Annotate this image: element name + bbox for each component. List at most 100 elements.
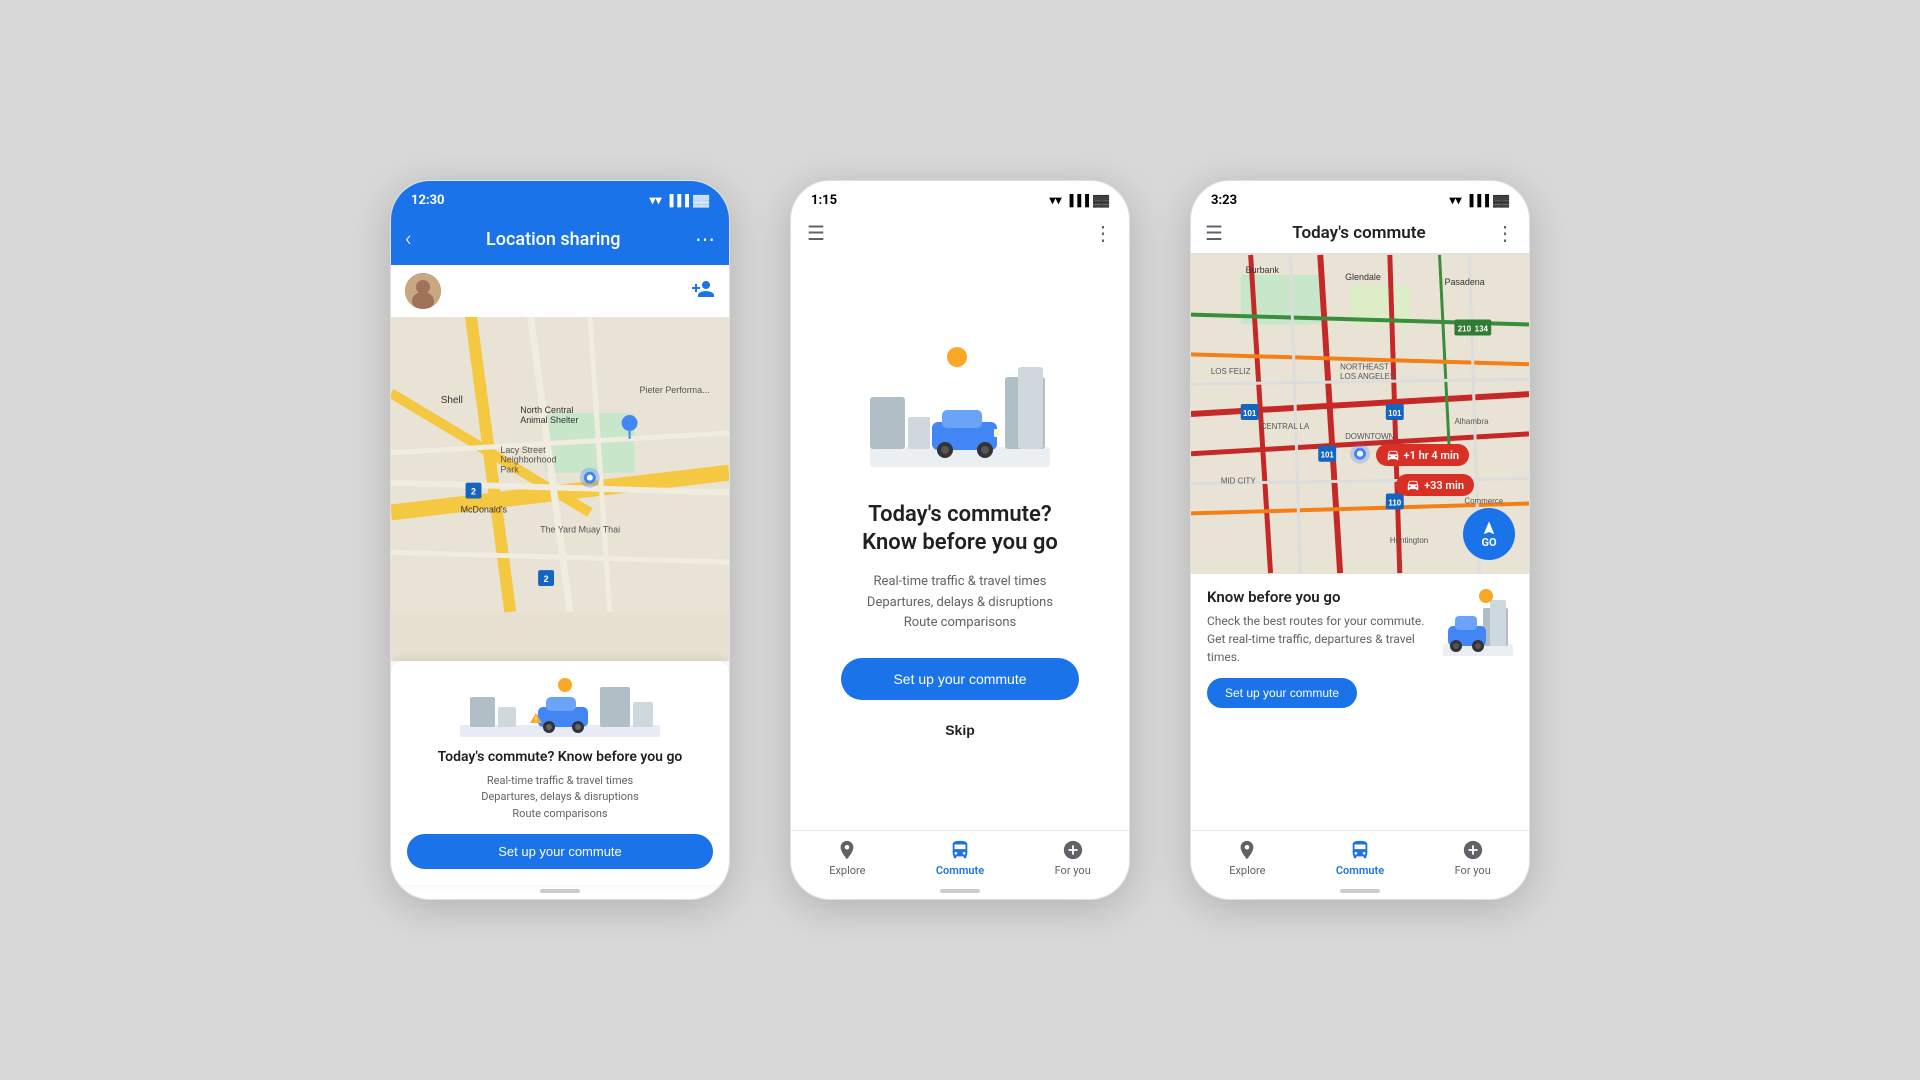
svg-text:NORTHEAST: NORTHEAST <box>1340 362 1389 371</box>
home-indicator-3 <box>1340 889 1380 893</box>
nav-commute-3[interactable]: Commute <box>1304 831 1417 885</box>
phone3-header: ☰ Today's commute ⋮ <box>1191 213 1529 254</box>
map-area-3: 101 101 110 101 210 134 Burbank Glendale… <box>1191 254 1529 574</box>
svg-text:101: 101 <box>1388 409 1402 418</box>
know-card-title-3: Know before you go <box>1207 588 1435 606</box>
svg-text:Lacy Street: Lacy Street <box>500 445 546 455</box>
svg-text:North Central: North Central <box>520 405 573 415</box>
phone-1: 12:30 ▾▾ ▐▐▐ ▓▓ ‹ Location sharing ⋯ <box>390 180 730 900</box>
phone-3: 3:23 ▾▾ ▐▐▐ ▓▓ ☰ Today's commute ⋮ <box>1190 180 1530 900</box>
home-indicator-1 <box>540 889 580 893</box>
status-icons-1: ▾▾ ▐▐▐ ▓▓ <box>650 193 709 207</box>
know-card-desc-3: Check the best routes for your commute. … <box>1207 612 1435 666</box>
commute-card-desc-1: Real-time traffic & travel times Departu… <box>407 773 713 823</box>
more-button-1[interactable]: ⋯ <box>695 227 715 251</box>
svg-text:Alhambra: Alhambra <box>1454 417 1489 426</box>
foryou-label-3: For you <box>1455 864 1491 877</box>
bottom-nav-2: Explore Commute For you <box>791 830 1129 885</box>
svg-text:The Yard Muay Thai: The Yard Muay Thai <box>540 524 620 534</box>
battery-icon-2: ▓▓ <box>1093 194 1109 207</box>
wifi-icon: ▾▾ <box>650 193 662 207</box>
hamburger-menu-2[interactable]: ☰ <box>807 221 825 245</box>
phone2-topbar: ☰ ⋮ <box>791 213 1129 253</box>
map-area-1: Shell North Central Animal Shelter Lacy … <box>391 265 729 661</box>
big-illus-svg <box>850 347 1070 477</box>
header-title-3: Today's commute <box>1292 223 1425 243</box>
header-title-1: Location sharing <box>422 229 685 250</box>
phone2-content: Today's commute? Know before you go Real… <box>791 253 1129 830</box>
signal-icon-3: ▐▐▐ <box>1466 194 1489 207</box>
nav-foryou-3[interactable]: For you <box>1416 831 1529 885</box>
phones-container: 12:30 ▾▾ ▐▐▐ ▓▓ ‹ Location sharing ⋯ <box>390 180 1530 900</box>
dots-menu-3[interactable]: ⋮ <box>1495 221 1515 245</box>
big-illustration <box>850 337 1070 477</box>
svg-text:101: 101 <box>1243 409 1257 418</box>
nav-explore-2[interactable]: Explore <box>791 831 904 885</box>
foryou-label-2: For you <box>1055 864 1091 877</box>
svg-text:Animal Shelter: Animal Shelter <box>520 415 578 425</box>
svg-text:Shell: Shell <box>441 395 463 406</box>
user-avatar-bar <box>391 265 729 317</box>
setup-commute-button-1[interactable]: Set up your commute <box>407 834 713 869</box>
svg-text:210: 210 <box>1458 324 1472 333</box>
dots-menu-2[interactable]: ⋮ <box>1093 221 1113 245</box>
nav-foryou-2[interactable]: For you <box>1016 831 1129 885</box>
big-desc-2: Real-time traffic & travel times Departu… <box>867 572 1053 634</box>
battery-icon-3: ▓▓ <box>1493 194 1509 207</box>
svg-text:LOS ANGELES: LOS ANGELES <box>1340 372 1395 381</box>
bottom-nav-3: Explore Commute For you <box>1191 830 1529 885</box>
setup-commute-button-2[interactable]: Set up your commute <box>841 658 1079 700</box>
hamburger-menu-3[interactable]: ☰ <box>1205 221 1223 245</box>
svg-text:Huntington: Huntington <box>1390 536 1428 545</box>
time-2: 1:15 <box>811 193 837 208</box>
svg-text:LOS FELIZ: LOS FELIZ <box>1211 367 1251 376</box>
nav-commute-2[interactable]: Commute <box>904 831 1017 885</box>
commute-icon-3 <box>1349 839 1371 861</box>
svg-text:DOWNTOWN: DOWNTOWN <box>1345 432 1395 441</box>
wifi-icon-2: ▾▾ <box>1050 193 1062 207</box>
signal-icon: ▐▐▐ <box>666 194 689 207</box>
svg-text:101: 101 <box>1321 451 1335 460</box>
svg-text:Pasadena: Pasadena <box>1445 277 1485 287</box>
commute-icon-2 <box>949 839 971 861</box>
time-1: 12:30 <box>411 193 445 208</box>
add-person-button[interactable] <box>691 277 715 306</box>
svg-text:!: ! <box>535 716 537 724</box>
mini-illustration-3 <box>1443 588 1513 658</box>
time-3: 3:23 <box>1211 193 1237 208</box>
traffic-badge-1: +1 hr 4 min <box>1376 444 1469 466</box>
foryou-icon-2 <box>1062 839 1084 861</box>
svg-text:Burbank: Burbank <box>1246 265 1280 275</box>
svg-text:McDonald's: McDonald's <box>461 504 508 514</box>
commute-label-2: Commute <box>936 864 984 877</box>
back-button[interactable]: ‹ <box>405 227 412 252</box>
home-indicator-2 <box>940 889 980 893</box>
commute-card-title-1: Today's commute? Know before you go <box>407 749 713 765</box>
know-card-3: Know before you go Check the best routes… <box>1191 574 1529 830</box>
svg-text:CENTRAL LA: CENTRAL LA <box>1261 422 1310 431</box>
setup-commute-button-3[interactable]: Set up your commute <box>1207 678 1357 708</box>
avatar <box>405 273 441 309</box>
svg-text:2: 2 <box>544 574 549 584</box>
know-card-content-3: Know before you go Check the best routes… <box>1207 588 1435 708</box>
explore-label-3: Explore <box>1229 864 1265 877</box>
nav-explore-3[interactable]: Explore <box>1191 831 1304 885</box>
explore-label-2: Explore <box>829 864 865 877</box>
battery-icon: ▓▓ <box>693 194 709 207</box>
svg-text:Glendale: Glendale <box>1345 272 1381 282</box>
svg-text:MID CITY: MID CITY <box>1221 477 1257 486</box>
signal-icon-2: ▐▐▐ <box>1066 194 1089 207</box>
skip-button-2[interactable]: Skip <box>937 714 983 746</box>
svg-text:110: 110 <box>1388 498 1401 507</box>
svg-text:2: 2 <box>471 487 476 497</box>
commute-illus-svg: ! <box>460 677 660 737</box>
phone-2: 1:15 ▾▾ ▐▐▐ ▓▓ ☰ ⋮ <box>790 180 1130 900</box>
go-button[interactable]: GO <box>1463 508 1515 560</box>
explore-icon-3 <box>1236 839 1258 861</box>
svg-text:Neighborhood: Neighborhood <box>500 455 556 465</box>
big-title-2: Today's commute? Know before you go <box>862 501 1058 558</box>
status-bar-3: 3:23 ▾▾ ▐▐▐ ▓▓ <box>1191 181 1529 213</box>
commute-illustration-1: ! <box>407 677 713 737</box>
navigate-icon <box>1481 520 1497 536</box>
traffic-badge-2: +33 min <box>1396 474 1474 496</box>
